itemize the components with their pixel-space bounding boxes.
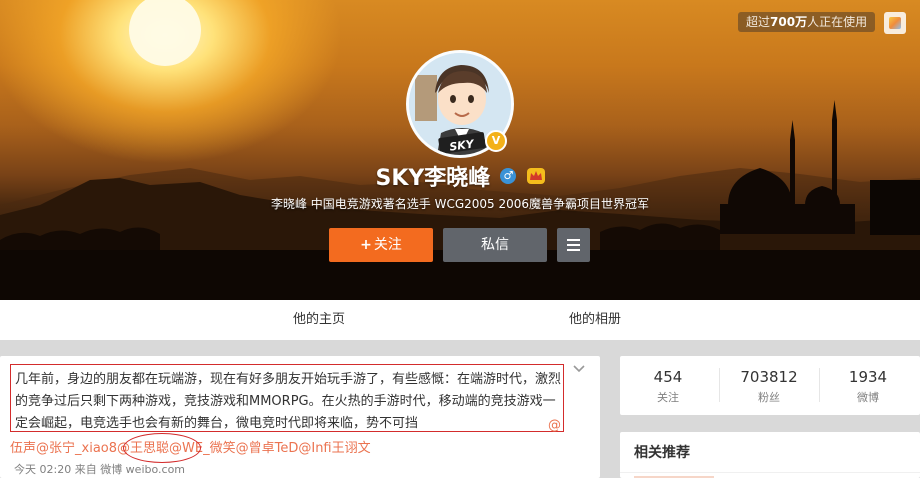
mention-list: 伍声@张宁_xiao8@王思聪@WE_微笑@曾卓TeD@Infi王诩文 — [10, 439, 371, 459]
recommend-title: 相关推荐 — [634, 445, 690, 461]
more-menu-button[interactable] — [557, 228, 590, 262]
stat-posts[interactable]: 1934 微博 — [823, 368, 913, 405]
stat-label: 微博 — [857, 391, 879, 404]
divider — [719, 368, 720, 402]
profile-tab-bar: 他的主页 他的相册 — [0, 300, 920, 340]
mention-link[interactable]: @张宁_xiao8 — [36, 441, 117, 456]
profile-name-row: SKY李晓峰 ♂ — [0, 160, 920, 192]
mention-link[interactable]: @WE_微笑 — [169, 441, 236, 456]
verified-badge-icon: V — [485, 130, 507, 152]
stat-value: 1934 — [848, 368, 888, 386]
stat-label: 关注 — [657, 391, 679, 404]
related-recommend-card: 相关推荐 — [620, 432, 920, 478]
mention-link[interactable]: 伍声 — [10, 441, 36, 456]
chevron-down-icon[interactable] — [572, 362, 586, 376]
vip-icon[interactable] — [526, 168, 545, 184]
follow-button[interactable]: + 关注 — [329, 228, 433, 262]
mention-link[interactable]: @ — [548, 415, 561, 437]
post-meta: 今天 02:20 来自 微博 weibo.com — [14, 463, 186, 476]
skin-theme-button[interactable] — [884, 12, 906, 34]
profile-name: SKY李晓峰 — [375, 166, 491, 191]
tab-album[interactable]: 他的相册 — [569, 300, 621, 340]
profile-cover: 超过700万人正在使用 SKY V SKY李晓峰 ♂ 李晓峰 中国电竞游戏著名选… — [0, 0, 920, 300]
post-text: 几年前，身边的朋友都在玩端游，现在有好多朋友开始玩手游了，有些感慨：在端游时代，… — [10, 364, 564, 432]
stat-label: 粉丝 — [758, 391, 780, 404]
message-button[interactable]: 私信 — [443, 228, 547, 262]
active-users-badge: 超过700万人正在使用 — [738, 12, 876, 32]
divider — [819, 368, 820, 402]
plus-icon: + — [360, 237, 372, 253]
profile-bio: 李晓峰 中国电竞游戏著名选手 WCG2005 2006魔兽争霸项目世界冠军 — [270, 197, 650, 211]
male-icon: ♂ — [500, 168, 517, 184]
stat-following[interactable]: 454 关注 — [623, 368, 713, 405]
follow-label: 关注 — [373, 237, 402, 253]
palette-icon — [889, 17, 901, 29]
profile-stats: 454 关注 703812 粉丝 1934 微博 — [620, 356, 920, 415]
tab-home[interactable]: 他的主页 — [293, 300, 345, 340]
stat-value: 703812 — [740, 368, 798, 386]
mention-link[interactable]: @王思聪 — [117, 441, 169, 456]
mention-link[interactable]: @曾卓TeD — [236, 441, 299, 456]
mention-link[interactable]: @Infi王诩文 — [298, 441, 370, 456]
stat-value: 454 — [653, 368, 683, 386]
stat-followers[interactable]: 703812 粉丝 — [724, 368, 814, 405]
divider — [620, 472, 920, 473]
